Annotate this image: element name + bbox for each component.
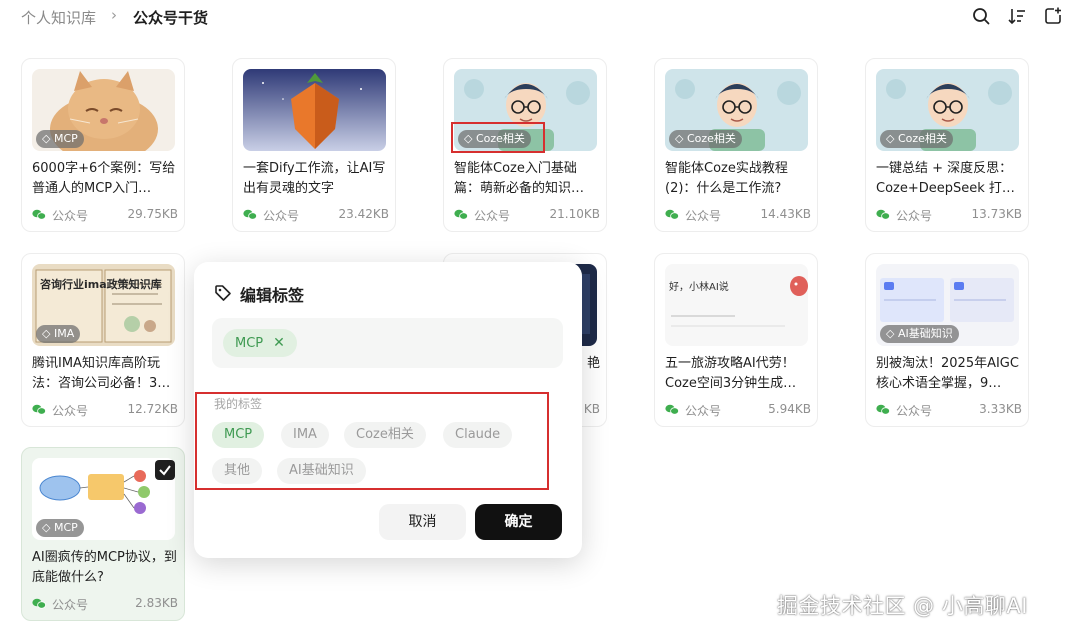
breadcrumb-root[interactable]: 个人知识库 <box>21 7 96 28</box>
article-card[interactable]: ◇ AI基础知识 别被淘汰！2025年AIGC核心术语全掌握，9… 公众号 3.… <box>865 253 1029 427</box>
selected-tag-label: MCP <box>235 336 264 351</box>
carrot-illustration-thumbnail <box>243 69 386 151</box>
card-tag: ◇ IMA <box>36 325 81 343</box>
card-title: 智能体Coze入门基础篇：萌新必备的知识… <box>454 161 585 196</box>
card-size: 5.94KB <box>768 402 811 416</box>
remove-tag-icon[interactable]: ✕ <box>273 335 285 351</box>
check-icon <box>159 465 171 476</box>
card-size: 29.75KB <box>127 207 178 221</box>
highlight-box <box>195 392 549 490</box>
card-size: 3.33KB <box>979 402 1022 416</box>
card-title: 智能体Coze实战教程(2)：什么是工作流? <box>665 161 788 196</box>
breadcrumb-current: 公众号干货 <box>133 9 209 27</box>
sort-icon[interactable] <box>1007 6 1027 26</box>
card-size: 21.10KB <box>549 207 600 221</box>
watermark: 掘金技术社区 @ 小高聊AI <box>777 594 1028 618</box>
article-card[interactable]: 咨询行业ima政策知识库 ◇ IMA 腾讯IMA知识库高阶玩法：咨询公司必备！3… <box>21 253 185 427</box>
card-source: 公众号 <box>896 404 933 418</box>
article-card[interactable]: ◇ MCP 6000字+6个案例：写给普通人的MCP入门… 公众号 29.75K… <box>21 58 185 232</box>
article-card[interactable]: 好，小林AI说 五一旅游攻略AI代劳！Coze空间3分钟生成… 公众号 5.94… <box>654 253 818 427</box>
card-size: 23.42KB <box>338 207 389 221</box>
selected-tags-field[interactable]: MCP ✕ <box>212 318 563 368</box>
selected-checkbox[interactable] <box>155 460 175 480</box>
card-size: 13.73KB <box>971 207 1022 221</box>
wechat-icon <box>454 209 468 220</box>
wechat-icon <box>243 209 257 220</box>
wechat-icon <box>665 404 679 415</box>
top-bar: 个人知识库 › 公众号干货 <box>0 0 1080 34</box>
card-title: 一键总结 + 深度反思：Coze+DeepSeek 打… <box>876 161 1015 196</box>
breadcrumb-separator: › <box>111 6 117 24</box>
card-size: 2.83KB <box>135 596 178 610</box>
add-file-icon[interactable] <box>1043 6 1063 26</box>
wechat-icon <box>876 404 890 415</box>
card-title: AI圈疯传的MCP协议，到底能做什么? <box>32 550 177 585</box>
card-title: 别被淘汰！2025年AIGC核心术语全掌握，9… <box>876 356 1019 391</box>
article-card-selected[interactable]: ◇ MCP AI圈疯传的MCP协议，到底能做什么? 公众号 2.83KB <box>21 447 185 621</box>
confirm-button[interactable]: 确定 <box>475 504 562 540</box>
card-tag: ◇ MCP <box>36 130 84 148</box>
tag-icon <box>215 285 231 301</box>
wechat-icon <box>32 404 46 415</box>
card-title: 五一旅游攻略AI代劳！Coze空间3分钟生成… <box>665 356 797 391</box>
card-tag: ◇ MCP <box>36 519 84 537</box>
thumb-heading: 好，小林AI说 <box>669 280 729 293</box>
card-source: 公众号 <box>685 404 722 418</box>
card-title: 腾讯IMA知识库高阶玩法：咨询公司必备！3… <box>32 356 171 391</box>
card-tag: ◇ AI基础知识 <box>880 325 959 343</box>
card-size: 14.43KB <box>760 207 811 221</box>
article-card[interactable]: 一套Dify工作流，让AI写出有灵魂的文字 公众号 23.42KB <box>232 58 396 232</box>
wechat-icon <box>32 209 46 220</box>
wechat-icon <box>32 598 46 609</box>
thumb-heading: 咨询行业ima政策知识库 <box>40 277 162 291</box>
search-icon[interactable] <box>971 6 991 26</box>
card-title: 6000字+6个案例：写给普通人的MCP入门… <box>32 161 176 196</box>
cancel-button[interactable]: 取消 <box>379 504 466 540</box>
wechat-icon <box>665 209 679 220</box>
card-source: 公众号 <box>263 209 300 223</box>
card-source: 公众号 <box>474 209 511 223</box>
wechat-icon <box>876 209 890 220</box>
card-source: 公众号 <box>52 598 89 612</box>
card-source: 公众号 <box>896 209 933 223</box>
card-size: 12.72KB <box>127 402 178 416</box>
article-card[interactable]: ◇ Coze相关 一键总结 + 深度反思：Coze+DeepSeek 打… 公众… <box>865 58 1029 232</box>
highlight-box <box>451 122 545 153</box>
dialog-title: 编辑标签 <box>240 286 305 305</box>
article-card[interactable]: ◇ Coze相关 智能体Coze实战教程(2)：什么是工作流? 公众号 14.4… <box>654 58 818 232</box>
selected-tag-chip[interactable]: MCP ✕ <box>223 329 297 357</box>
card-source: 公众号 <box>52 404 89 418</box>
card-tag: ◇ Coze相关 <box>880 130 953 148</box>
card-source: 公众号 <box>52 209 89 223</box>
card-source: 公众号 <box>685 209 722 223</box>
chat-screenshot-thumbnail: 好，小林AI说 <box>665 264 808 346</box>
card-size: KB <box>583 402 600 416</box>
card-tag: ◇ Coze相关 <box>669 130 742 148</box>
card-title: 一套Dify工作流，让AI写出有灵魂的文字 <box>243 161 386 196</box>
